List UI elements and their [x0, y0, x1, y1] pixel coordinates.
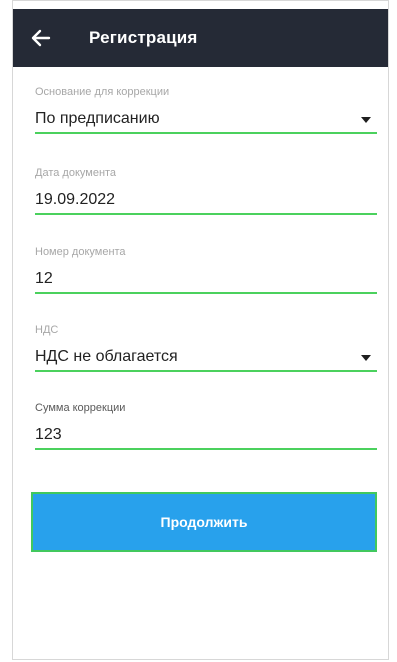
document-number-field[interactable]: Номер документа 12 — [35, 245, 377, 294]
basis-correction-value: По предписанию — [35, 110, 160, 127]
phone-screen: Регистрация Основание для коррекции По п… — [12, 0, 389, 660]
vat-select[interactable]: НДС не облагается — [35, 344, 377, 372]
app-header: Регистрация — [13, 9, 388, 67]
correction-amount-value: 123 — [35, 426, 62, 443]
document-number-input[interactable]: 12 — [35, 266, 377, 294]
basis-correction-field[interactable]: Основание для коррекции По предписанию — [35, 85, 377, 134]
document-date-label: Дата документа — [35, 167, 117, 179]
continue-button[interactable]: Продолжить — [31, 492, 377, 552]
caret-down-icon[interactable] — [361, 355, 371, 361]
caret-down-icon[interactable] — [361, 117, 371, 123]
document-number-value: 12 — [35, 270, 53, 287]
document-number-label: Номер документа — [35, 246, 126, 258]
basis-correction-label: Основание для коррекции — [35, 86, 170, 98]
document-date-value: 19.09.2022 — [35, 191, 116, 208]
correction-amount-label: Сумма коррекции — [35, 402, 126, 414]
basis-correction-select[interactable]: По предписанию — [35, 106, 377, 134]
vat-value: НДС не облагается — [35, 348, 178, 365]
correction-amount-input[interactable]: 123 — [35, 422, 377, 450]
page-title: Регистрация — [89, 28, 198, 47]
arrow-left-icon[interactable] — [31, 9, 75, 67]
vat-field[interactable]: НДС НДС не облагается — [35, 323, 377, 372]
correction-amount-field[interactable]: Сумма коррекции 123 — [35, 401, 377, 450]
document-date-field[interactable]: Дата документа 19.09.2022 — [35, 166, 377, 215]
vat-label: НДС — [35, 324, 59, 336]
document-date-input[interactable]: 19.09.2022 — [35, 187, 377, 215]
